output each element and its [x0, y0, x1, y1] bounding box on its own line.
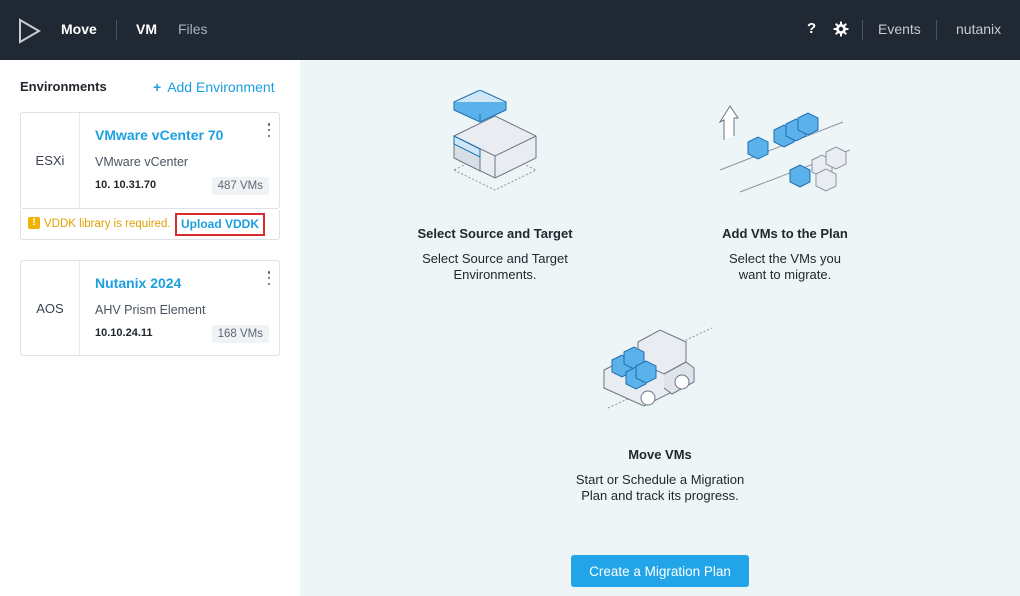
events-link[interactable]: Events [878, 21, 921, 37]
step-select-environments: Select Source and Target Select Source a… [395, 226, 595, 283]
tab-vm[interactable]: VM [136, 21, 157, 37]
environment-ip: 10.10.24.11 [95, 327, 153, 339]
vm-count-badge: 487 VMs [211, 177, 269, 195]
tab-files[interactable]: Files [178, 21, 208, 37]
source-target-illustration-icon [452, 90, 538, 191]
environment-ip: 10. 10.31.70 [95, 179, 157, 191]
add-environment-label: Add Environment [167, 79, 275, 95]
nav-divider [116, 20, 117, 40]
step-title: Move VMs [628, 447, 692, 462]
add-environment-button[interactable]: + Add Environment [153, 79, 275, 95]
step-title: Select Source and Target [417, 226, 573, 241]
create-migration-plan-button[interactable]: Create a Migration Plan [571, 555, 749, 587]
environment-type: AOS [21, 261, 80, 355]
step-add-vms: Add VMs to the Plan Select the VMs you wa… [695, 226, 875, 283]
environments-sidebar: Environments + Add Environment ESXi VMwar… [0, 60, 300, 596]
step-description: Start or Schedule a Migration Plan and tr… [575, 472, 745, 503]
environment-card[interactable]: ESXi VMware vCenter 70 VMware vCenter 10… [20, 112, 280, 209]
main-content: Select Source and Target Select Source a… [300, 60, 1020, 596]
environment-name[interactable]: Nutanix 2024 [95, 275, 181, 291]
top-navigation-bar: Move VM Files ? Events nutanix [0, 0, 1020, 60]
more-options-icon[interactable] [267, 123, 271, 137]
step-description: Select Source and Target Environments. [422, 251, 568, 282]
app-name[interactable]: Move [61, 21, 97, 37]
warning-icon: ! [28, 217, 40, 229]
help-icon[interactable]: ? [807, 20, 816, 37]
environment-platform: AHV Prism Element [95, 303, 206, 317]
vddk-warning: ! VDDK library is required. Upload VDDK [20, 210, 280, 240]
truck-illustration-icon [603, 327, 713, 409]
warning-text: VDDK library is required. [44, 218, 171, 230]
step-move-vms: Move VMs Start or Schedule a Migration Pl… [555, 447, 765, 504]
environment-card[interactable]: AOS Nutanix 2024 AHV Prism Element 10.10… [20, 260, 280, 356]
user-menu[interactable]: nutanix [956, 21, 1001, 37]
gear-icon[interactable] [833, 21, 849, 37]
plus-icon: + [153, 79, 162, 95]
play-logo-icon[interactable] [17, 18, 43, 44]
add-vms-illustration-icon [718, 105, 851, 193]
environment-type: ESXi [21, 113, 80, 208]
upload-vddk-link[interactable]: Upload VDDK [175, 213, 265, 236]
environment-name[interactable]: VMware vCenter 70 [95, 127, 223, 143]
nav-divider [862, 20, 863, 40]
step-title: Add VMs to the Plan [722, 226, 848, 241]
more-options-icon[interactable] [267, 271, 271, 285]
environments-heading: Environments [20, 79, 107, 94]
step-description: Select the VMs you want to migrate. [729, 251, 841, 282]
environment-platform: VMware vCenter [95, 155, 189, 169]
nav-divider [936, 20, 937, 40]
vm-count-badge: 168 VMs [211, 325, 269, 343]
